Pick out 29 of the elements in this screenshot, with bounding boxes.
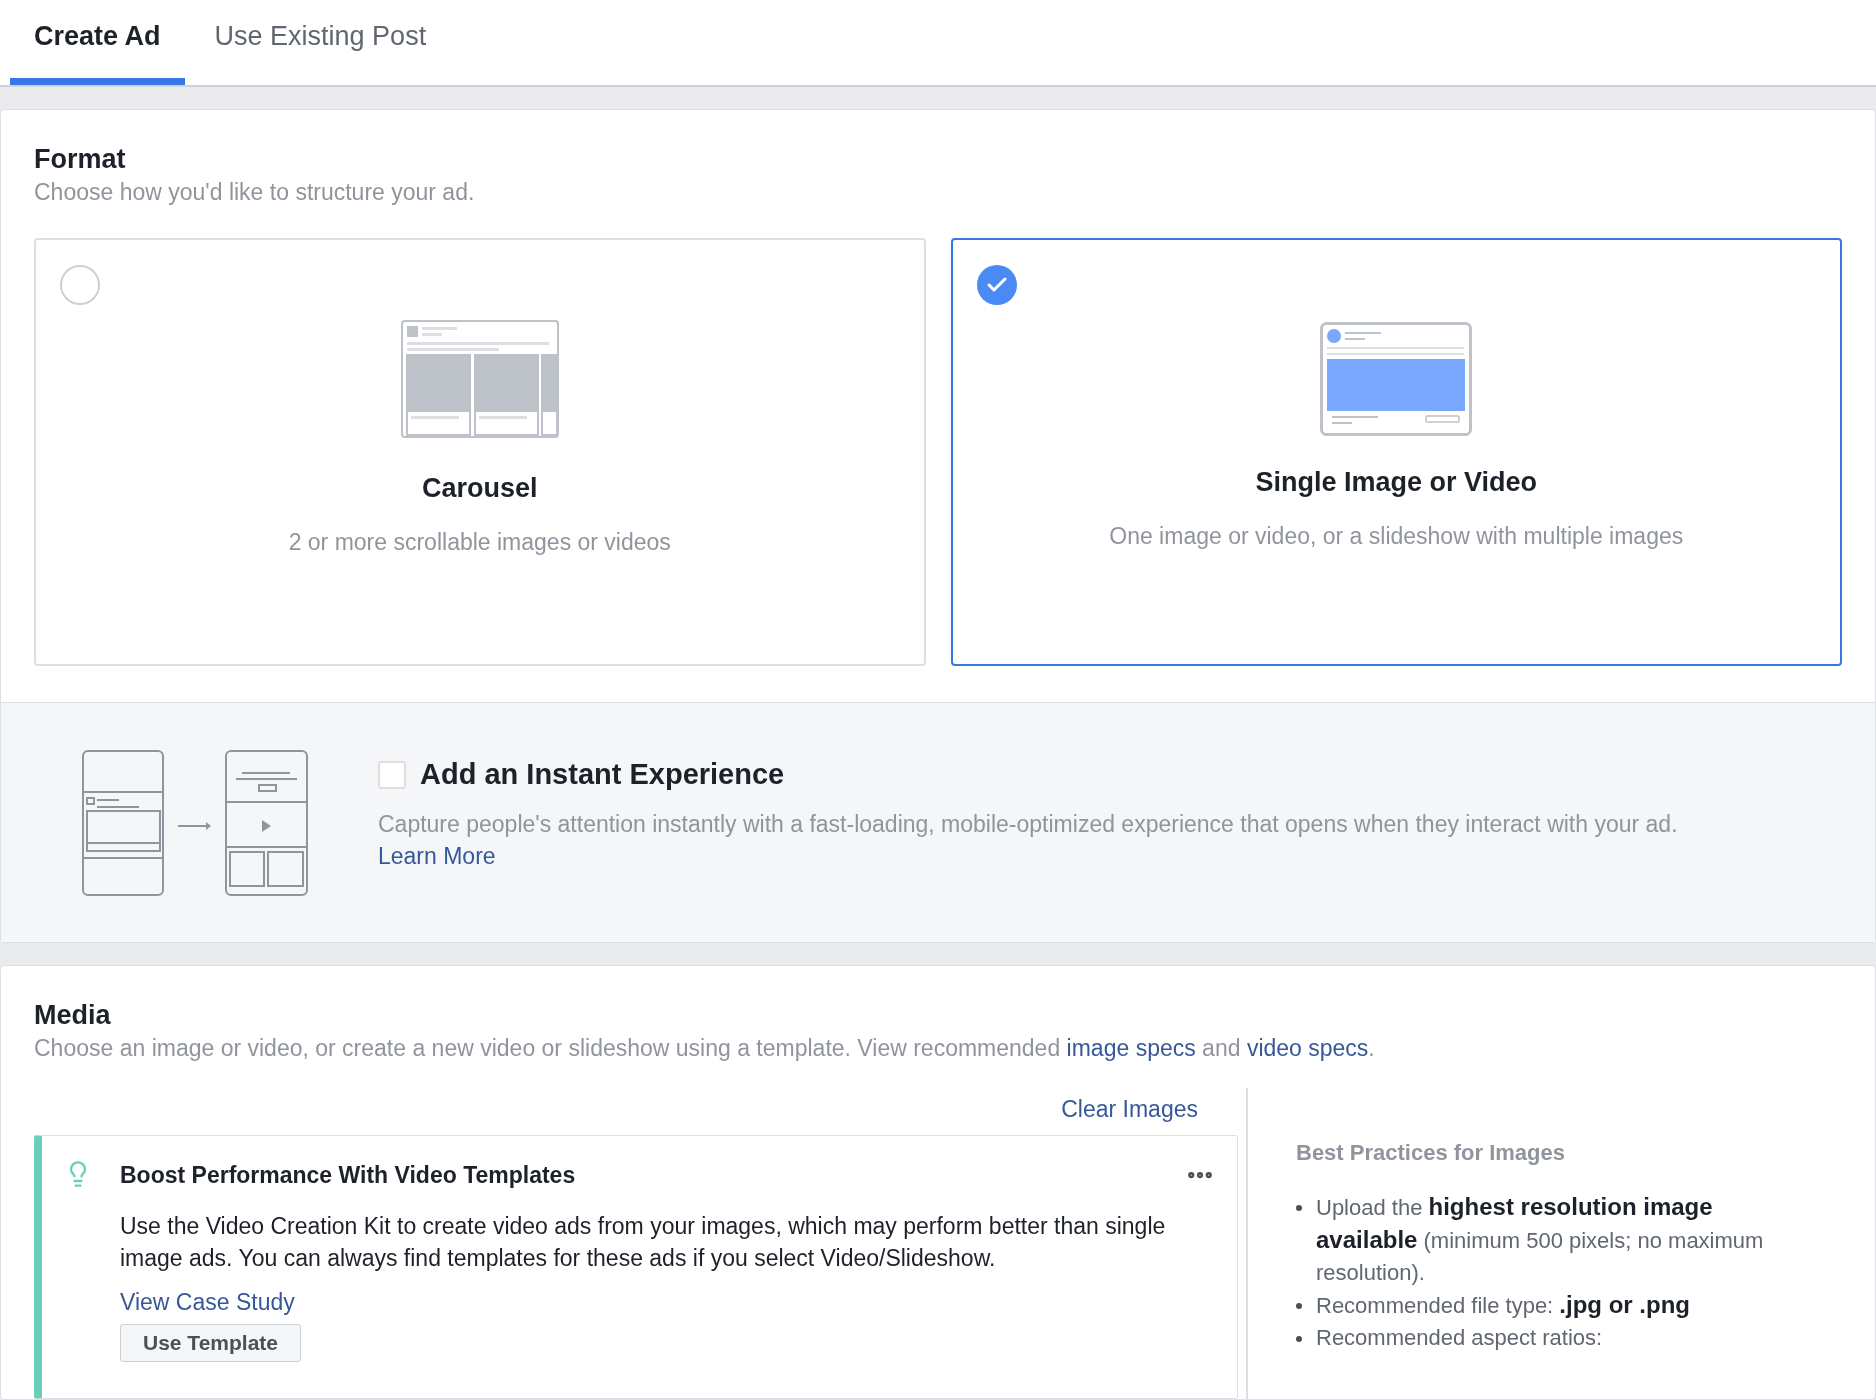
use-template-button[interactable]: Use Template <box>120 1324 301 1362</box>
tip-body: Use the Video Creation Kit to create video ads from your images, which may perform better than single image ads. You can always find templates for these ads if you select Video/Slideshow. <box>120 1212 1167 1273</box>
section-subtitle: Choose how you'd like to structure your ad. <box>34 178 476 207</box>
clear-images-link[interactable]: Clear Images <box>1061 1092 1198 1127</box>
best-practice-item: Recommended file type: .jpg or .png <box>1316 1290 1691 1320</box>
media-description: Choose an image or video, or create a new video or slideshow using a template. View recommended image specs and video specs. <box>34 1034 1376 1063</box>
instant-experience-description: Capture people's attention instantly with a fast-loading, mobile-optimized experience that opens when they interact with your ad. <box>378 810 1678 840</box>
section-title: Media <box>34 999 112 1032</box>
best-practice-item: Upload the highest resolution image available (minimum 500 pixels; no maximum resolution). <box>1316 1192 1765 1287</box>
specs-link[interactable]: image specs <box>1066 1035 1196 1061</box>
radio-button[interactable] <box>60 265 100 305</box>
option-description: 2 or more scrollable images or videos <box>288 527 671 557</box>
tab[interactable]: Use Existing Post <box>190 0 451 85</box>
view-case-study-link[interactable]: View Case Study <box>120 1286 295 1318</box>
checkbox[interactable] <box>378 760 406 789</box>
radio-button[interactable] <box>976 265 1017 305</box>
tab[interactable]: Create Ad <box>10 0 185 85</box>
section-title: Format <box>34 143 127 176</box>
option-title: Carousel <box>421 472 538 505</box>
tip-title: Boost Performance With Video Templates <box>120 1160 576 1190</box>
format-option-card[interactable]: Single Image or Video One image or video, or a slideshow with multiple images <box>950 238 1842 666</box>
best-practices-title: Best Practices for Images <box>1296 1139 1567 1167</box>
instant-experience-title: Add an Instant Experience <box>420 756 785 792</box>
format-option-card[interactable]: Carousel 2 or more scrollable images or videos <box>34 238 926 666</box>
best-practice-item: Recommended aspect ratios: <box>1316 1324 1604 1352</box>
specs-link[interactable]: video specs <box>1246 1035 1369 1061</box>
learn-more-link[interactable]: Learn More <box>378 840 496 873</box>
option-description: One image or video, or a slideshow with multiple images <box>1109 521 1684 551</box>
option-title: Single Image or Video <box>1255 466 1538 499</box>
